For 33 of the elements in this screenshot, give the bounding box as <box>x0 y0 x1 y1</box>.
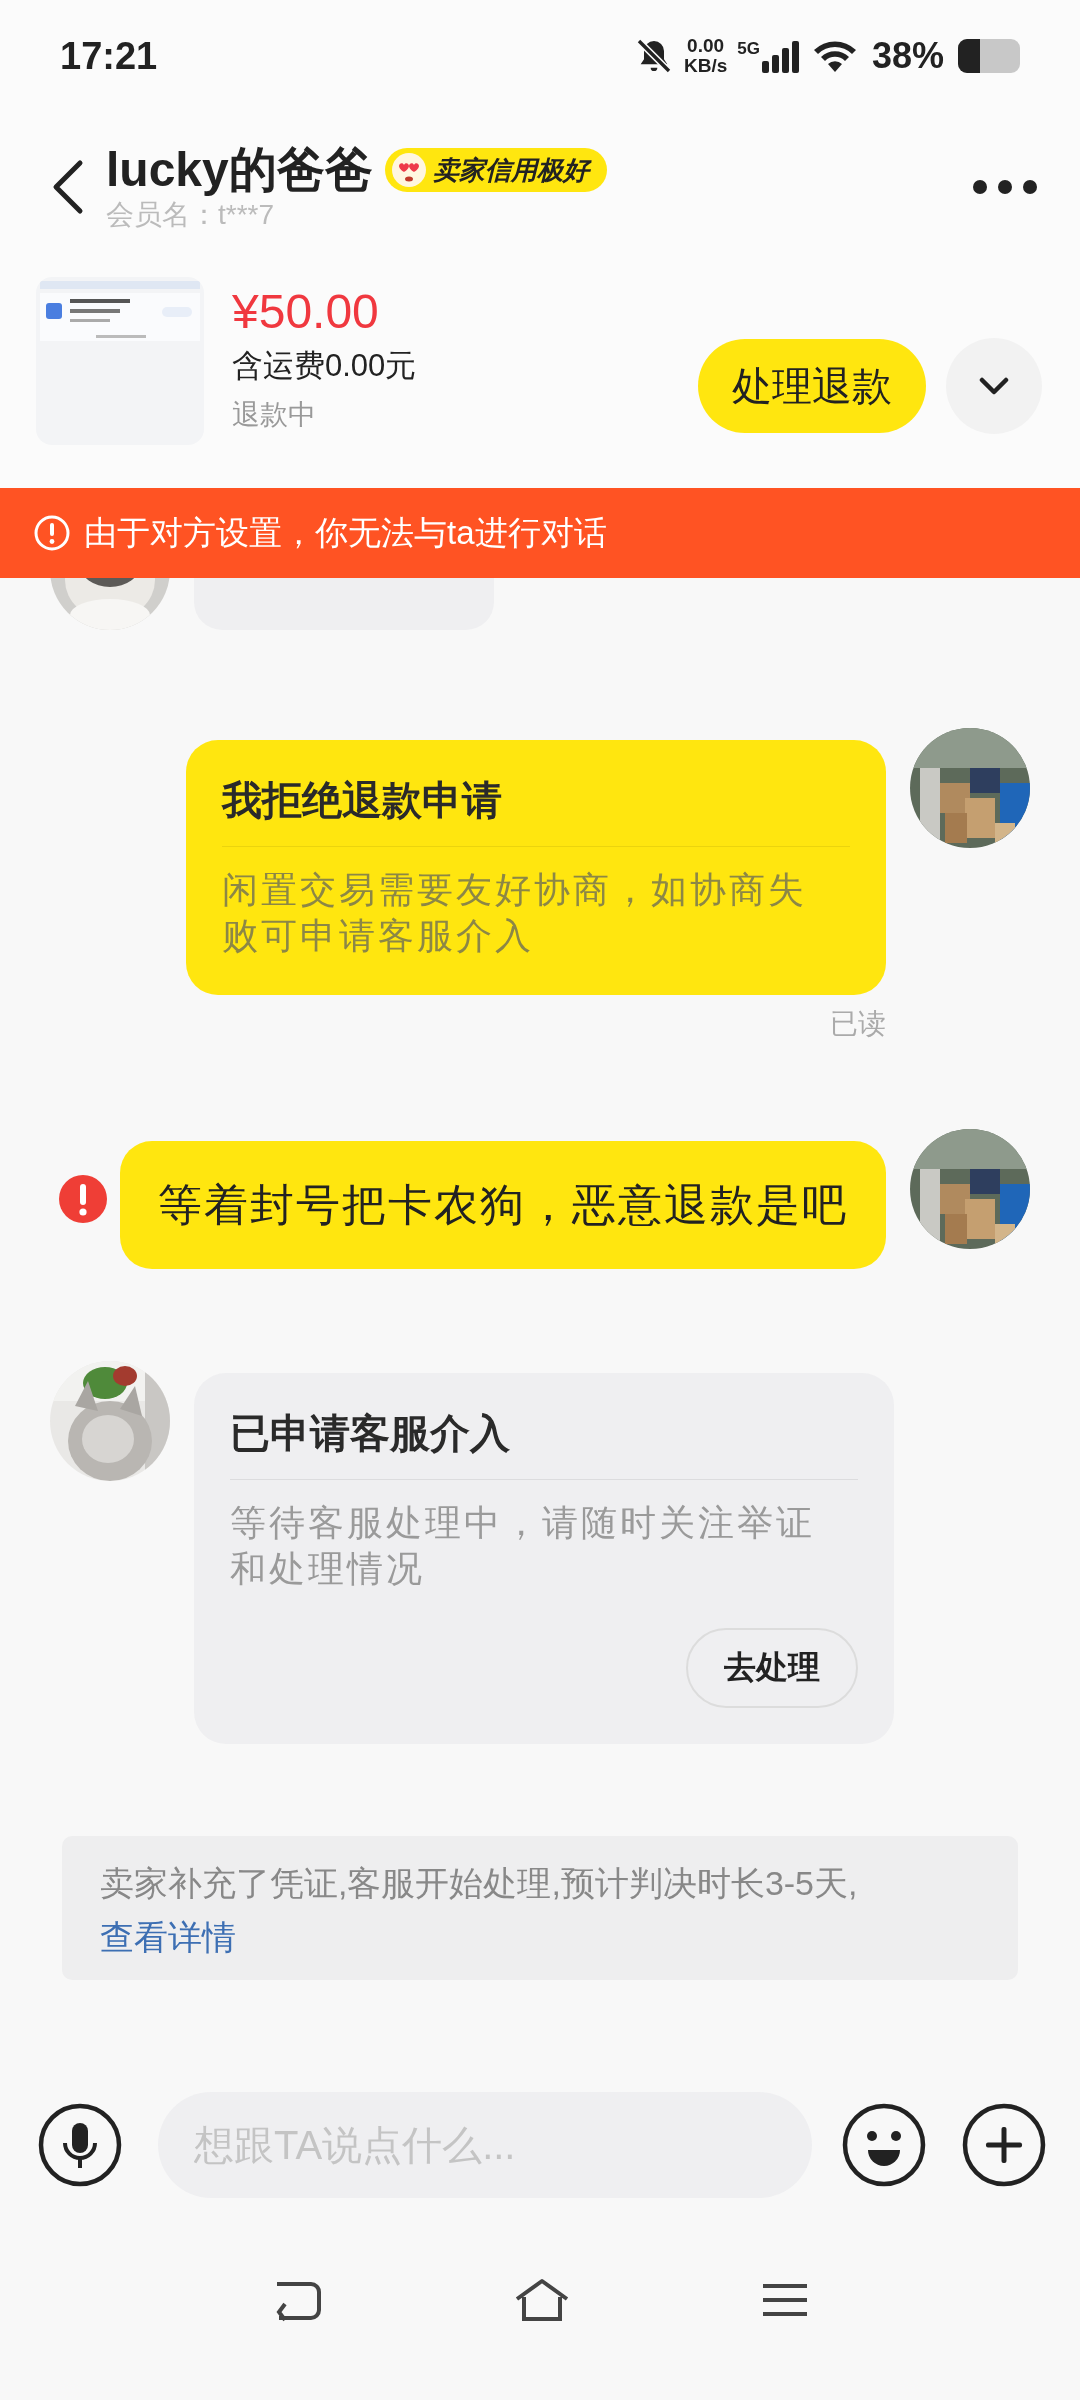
read-receipt: 已读 <box>830 1007 886 1041</box>
chevron-down-icon <box>979 377 1009 395</box>
network-speed: 0.00 <box>687 36 725 56</box>
home-icon[interactable] <box>513 2277 571 2323</box>
contact-name: lucky的爸爸 <box>106 142 373 198</box>
card-title: 已申请客服介入 <box>230 1409 858 1480</box>
microphone-icon[interactable] <box>38 2103 122 2187</box>
price: ¥50.00 <box>232 284 380 340</box>
card-title: 我拒绝退款申请 <box>222 776 850 847</box>
credit-badge: 卖家信用极好 <box>384 148 607 192</box>
smiley-icon[interactable] <box>842 2103 926 2187</box>
member-id: 会员名：t***7 <box>106 198 276 232</box>
battery-icon <box>958 39 1020 73</box>
plus-icon[interactable] <box>962 2103 1046 2187</box>
alert-icon <box>34 515 70 551</box>
error-icon[interactable] <box>58 1174 108 1224</box>
system-notice: 卖家补充了凭证,客服开始处理,预计判决时长3-5天, 查看详情 <box>62 1836 1018 1980</box>
more-icon[interactable] <box>972 179 1038 195</box>
details-link[interactable]: 查看详情 <box>100 1918 236 1956</box>
signal-icon <box>761 39 802 73</box>
message-bubble: 等着封号把卡农狗，恶意退款是吧 <box>120 1141 886 1269</box>
shipping-note: 含运费0.00元 <box>232 347 418 385</box>
card-text: 闲置交易需要友好协商，如协商失败可申请客服介入 <box>222 868 808 958</box>
heart-eyes-icon <box>390 152 427 188</box>
card-text: 等待客服处理中，请随时关注举证和处理情况 <box>230 1501 816 1591</box>
handle-button[interactable]: 去处理 <box>686 1628 858 1708</box>
network-type: 5G <box>737 39 760 59</box>
order-status: 退款中 <box>232 398 317 432</box>
notice-text: 由于对方设置，你无法与ta进行对话 <box>84 512 607 553</box>
battery-percent: 38% <box>871 35 944 77</box>
clock-time: 17:21 <box>60 34 159 78</box>
speed-unit: KB/s <box>683 56 728 76</box>
refund-button[interactable]: 处理退款 <box>698 339 926 433</box>
